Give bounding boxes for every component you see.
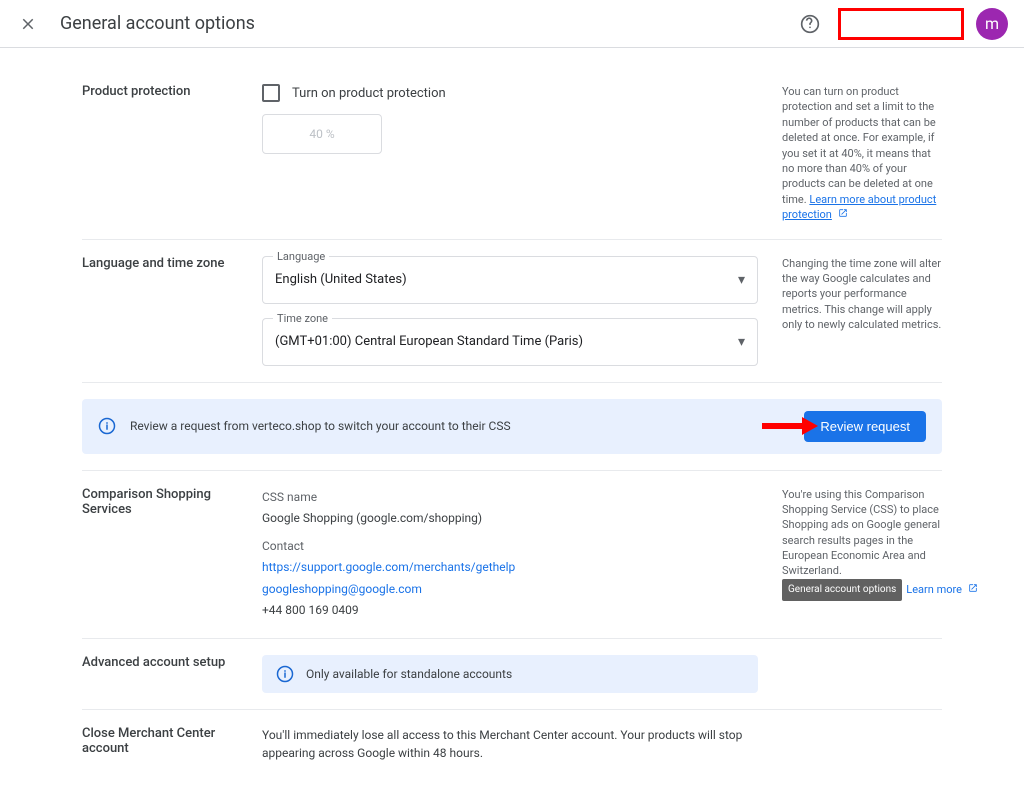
section-label-close-account: Close Merchant Center account xyxy=(82,726,262,762)
protection-percent-input: 40 % xyxy=(262,114,382,154)
protection-checkbox-label: Turn on product protection xyxy=(292,86,446,101)
advanced-info-banner: Only available for standalone accounts xyxy=(262,655,758,693)
tooltip: General account options xyxy=(782,579,902,601)
timezone-dropdown-label: Time zone xyxy=(273,312,332,325)
external-link-icon xyxy=(838,208,848,218)
avatar[interactable]: m xyxy=(976,8,1008,40)
help-icon[interactable] xyxy=(798,12,822,36)
review-request-banner: Review a request from verteco.shop to sw… xyxy=(82,399,942,454)
language-dropdown-value: English (United States) xyxy=(275,272,738,287)
section-label-language: Language and time zone xyxy=(82,256,262,366)
protection-checkbox[interactable] xyxy=(262,84,280,102)
timezone-dropdown-value: (GMT+01:00) Central European Standard Ti… xyxy=(275,334,738,349)
info-icon xyxy=(98,417,116,435)
timezone-dropdown[interactable]: Time zone (GMT+01:00) Central European S… xyxy=(262,318,758,366)
css-contact-url[interactable]: https://support.google.com/merchants/get… xyxy=(262,560,515,574)
language-aside-text: Changing the time zone will alter the wa… xyxy=(782,256,942,366)
language-dropdown[interactable]: Language English (United States) ▾ xyxy=(262,256,758,304)
css-name-value: Google Shopping (google.com/shopping) xyxy=(262,508,758,530)
close-account-desc: You'll immediately lose all access to th… xyxy=(262,726,758,762)
section-label-css: Comparison Shopping Services xyxy=(82,487,262,623)
external-link-icon xyxy=(968,583,978,593)
section-label-protection: Product protection xyxy=(82,84,262,223)
css-contact-phone: +44 800 169 0409 xyxy=(262,600,758,622)
info-icon xyxy=(276,665,294,683)
section-label-advanced: Advanced account setup xyxy=(82,655,262,693)
protection-aside-text: You can turn on product protection and s… xyxy=(782,85,936,206)
highlight-box xyxy=(838,8,964,40)
css-learn-more-link[interactable]: Learn more xyxy=(906,583,962,596)
css-aside-text: You're using this Comparison Shopping Se… xyxy=(782,488,940,578)
page-title: General account options xyxy=(60,13,798,34)
css-name-label: CSS name xyxy=(262,487,758,509)
css-contact-label: Contact xyxy=(262,536,758,558)
chevron-down-icon: ▾ xyxy=(738,334,745,350)
banner-text: Review a request from verteco.shop to sw… xyxy=(130,419,790,433)
language-dropdown-label: Language xyxy=(273,250,329,263)
css-contact-email[interactable]: googleshopping@google.com xyxy=(262,582,422,596)
advanced-info-text: Only available for standalone accounts xyxy=(306,667,512,681)
chevron-down-icon: ▾ xyxy=(738,272,745,288)
review-request-button[interactable]: Review request xyxy=(804,411,926,442)
close-icon[interactable] xyxy=(16,12,40,36)
